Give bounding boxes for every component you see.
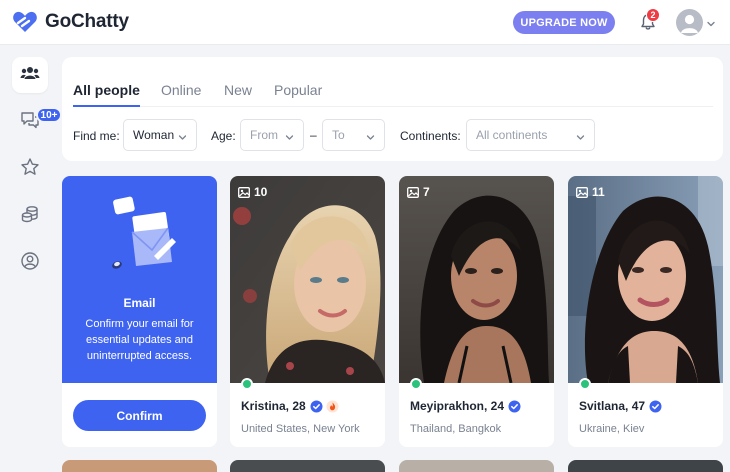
chat-count-badge: 10+ <box>36 107 62 123</box>
photo-count-value: 10 <box>254 185 268 199</box>
chevron-down-icon <box>178 131 187 140</box>
profile-card[interactable]: 10 Kristina, 28 United States, New York <box>230 176 385 447</box>
photo-count-value: 11 <box>592 185 605 199</box>
profile-name-text: Svitlana, 47 <box>579 399 646 413</box>
profile-photo[interactable] <box>230 176 385 383</box>
profile-photo[interactable] <box>230 460 385 472</box>
chevron-down-icon[interactable] <box>706 16 716 27</box>
photo-count: 7 <box>407 185 430 199</box>
profile-name[interactable]: Kristina, 28 <box>241 399 339 413</box>
notification-count-badge: 2 <box>646 8 660 22</box>
profile-card[interactable]: 7 Meyiprakhon, 24 Thailand, Bangkok <box>399 176 554 447</box>
age-range-separator: – <box>310 128 317 142</box>
verified-badge-icon <box>310 400 323 412</box>
brand-name: GoChatty <box>45 11 129 32</box>
photo-count-value: 7 <box>423 185 430 199</box>
top-header: GoChatty UPGRADE NOW 2 <box>0 0 730 45</box>
tab-all-people[interactable]: All people <box>73 82 140 98</box>
photo-count: 11 <box>576 185 605 199</box>
star-icon <box>20 157 40 182</box>
image-icon <box>238 186 250 198</box>
sidebar-item-credits[interactable] <box>12 198 48 234</box>
upgrade-now-button[interactable]: UPGRADE NOW <box>513 11 615 34</box>
find-me-value: Woman <box>133 128 175 142</box>
find-me-select[interactable]: Woman <box>123 119 197 151</box>
email-card-title: Email <box>123 296 156 310</box>
brand-logo[interactable]: GoChatty <box>12 10 129 34</box>
photo-count: 10 <box>238 185 267 199</box>
chevron-down-icon <box>576 131 585 140</box>
user-avatar[interactable] <box>676 9 703 36</box>
people-icon <box>20 65 40 86</box>
email-card-banner: Email Confirm your email for essential u… <box>62 176 217 383</box>
sidebar-item-profile[interactable] <box>12 245 48 281</box>
heart-logo-icon <box>12 10 38 34</box>
profile-photo[interactable] <box>568 176 723 383</box>
age-label: Age: <box>211 129 236 143</box>
continents-select[interactable]: All continents <box>466 119 595 151</box>
search-filters-panel: All people Online New Popular Find me: W… <box>62 57 723 161</box>
profile-name[interactable]: Svitlana, 47 <box>579 399 662 413</box>
confirm-email-button[interactable]: Confirm <box>73 400 206 431</box>
profile-photo[interactable] <box>399 460 554 472</box>
tabs-divider <box>73 106 713 107</box>
image-icon <box>407 186 419 198</box>
online-status-dot <box>241 378 253 390</box>
email-confirm-card: Email Confirm your email for essential u… <box>62 176 217 447</box>
online-status-dot <box>410 378 422 390</box>
envelope-illustration-icon <box>106 194 186 274</box>
age-from-placeholder: From <box>250 128 278 142</box>
profile-icon <box>20 251 40 276</box>
continents-label: Continents: <box>400 129 461 143</box>
profile-photo[interactable] <box>399 176 554 384</box>
profile-name-text: Meyiprakhon, 24 <box>410 399 505 413</box>
hot-flame-icon <box>326 400 339 412</box>
profile-name-text: Kristina, 28 <box>241 399 306 413</box>
find-me-label: Find me: <box>73 129 120 143</box>
profile-location: United States, New York <box>241 423 360 435</box>
age-to-select[interactable]: To <box>322 119 385 151</box>
active-tab-indicator <box>73 105 140 107</box>
profile-photo[interactable] <box>62 460 217 472</box>
chevron-down-icon <box>285 131 294 140</box>
profile-photo[interactable] <box>568 460 723 472</box>
profile-card[interactable]: 11 Svitlana, 47 Ukraine, Kiev <box>568 176 723 447</box>
online-status-dot <box>579 378 591 390</box>
profile-location: Thailand, Bangkok <box>410 423 502 435</box>
continents-placeholder: All continents <box>476 128 548 142</box>
email-card-description: Confirm your email for essential updates… <box>85 318 194 362</box>
profile-name[interactable]: Meyiprakhon, 24 <box>410 399 521 413</box>
age-to-placeholder: To <box>332 128 345 142</box>
chevron-down-icon <box>366 131 375 140</box>
sidebar-item-favorites[interactable] <box>12 151 48 187</box>
sidebar-item-people[interactable] <box>12 57 48 93</box>
tab-new[interactable]: New <box>224 82 252 98</box>
tab-online[interactable]: Online <box>161 82 201 98</box>
verified-badge-icon <box>508 400 521 412</box>
profile-location: Ukraine, Kiev <box>579 423 645 435</box>
image-icon <box>576 186 588 198</box>
coins-icon <box>20 204 40 229</box>
tab-popular[interactable]: Popular <box>274 82 322 98</box>
verified-badge-icon <box>649 400 662 412</box>
age-from-select[interactable]: From <box>240 119 304 151</box>
